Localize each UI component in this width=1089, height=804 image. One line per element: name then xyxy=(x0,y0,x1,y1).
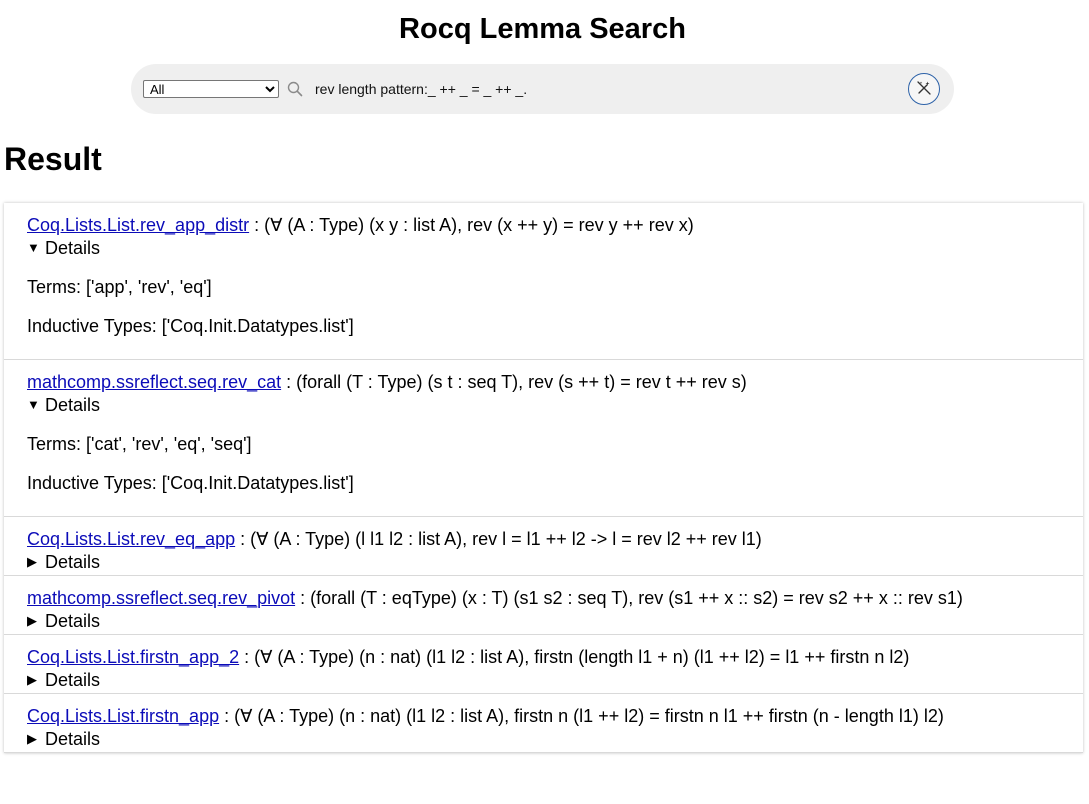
details-toggle[interactable]: ▶ Details xyxy=(27,610,1083,632)
search-bar: All xyxy=(131,64,954,114)
details-label: Details xyxy=(45,395,101,415)
inductive-types-line: Inductive Types: ['Coq.Init.Datatypes.li… xyxy=(27,473,354,493)
result-item: Coq.Lists.List.firstn_app_2 : (∀ (A : Ty… xyxy=(4,635,1083,694)
filter-select[interactable]: All xyxy=(143,80,279,98)
details-label: Details xyxy=(45,238,101,258)
results-heading: Result xyxy=(4,141,102,177)
lemma-link[interactable]: mathcomp.ssreflect.seq.rev_cat xyxy=(27,372,281,392)
details-toggle[interactable]: ▶ Details xyxy=(27,669,1083,691)
triangle-right-icon: ▶ xyxy=(27,613,37,628)
terms-line: Terms: ['app', 'rev', 'eq'] xyxy=(27,277,212,297)
result-signature-line: Coq.Lists.List.firstn_app_2 : (∀ (A : Ty… xyxy=(27,646,1083,668)
result-signature-line: Coq.Lists.List.firstn_app : (∀ (A : Type… xyxy=(27,705,1083,727)
result-signature-line: Coq.Lists.List.rev_app_distr : (∀ (A : T… xyxy=(27,214,1083,236)
lemma-link[interactable]: mathcomp.ssreflect.seq.rev_pivot xyxy=(27,588,295,608)
lemma-type-signature: : (∀ (A : Type) (l l1 l2 : list A), rev … xyxy=(235,529,762,549)
details-label: Details xyxy=(45,552,101,572)
terms-line: Terms: ['cat', 'rev', 'eq', 'seq'] xyxy=(27,434,252,454)
triangle-down-icon: ▼ xyxy=(27,240,40,255)
lemma-type-signature: : (∀ (A : Type) (n : nat) (l1 l2 : list … xyxy=(239,647,910,667)
magic-wand-off-icon xyxy=(916,80,932,99)
triangle-right-icon: ▶ xyxy=(27,554,37,569)
result-signature-line: Coq.Lists.List.rev_eq_app : (∀ (A : Type… xyxy=(27,528,1083,550)
result-item: Coq.Lists.List.rev_app_distr : (∀ (A : T… xyxy=(4,203,1083,360)
lemma-link[interactable]: Coq.Lists.List.rev_eq_app xyxy=(27,529,235,549)
lemma-type-signature: : (forall (T : Type) (s t : seq T), rev … xyxy=(281,372,747,392)
page-title: Rocq Lemma Search xyxy=(399,13,686,45)
lemma-type-signature: : (∀ (A : Type) (n : nat) (l1 l2 : list … xyxy=(219,706,944,726)
details-toggle[interactable]: ▶ Details xyxy=(27,551,1083,573)
triangle-right-icon: ▶ xyxy=(27,731,37,746)
search-icon xyxy=(287,81,303,97)
result-signature-line: mathcomp.ssreflect.seq.rev_cat : (forall… xyxy=(27,371,1083,393)
triangle-right-icon: ▶ xyxy=(27,672,37,687)
magic-wand-button[interactable] xyxy=(908,73,940,105)
lemma-type-signature: : (forall (T : eqType) (x : T) (s1 s2 : … xyxy=(295,588,963,608)
details-toggle[interactable]: ▶ Details xyxy=(27,728,1083,750)
details-label: Details xyxy=(45,670,101,690)
result-signature-line: mathcomp.ssreflect.seq.rev_pivot : (fora… xyxy=(27,587,1083,609)
details-label: Details xyxy=(45,611,101,631)
result-item: Coq.Lists.List.rev_eq_app : (∀ (A : Type… xyxy=(4,517,1083,576)
lemma-link[interactable]: Coq.Lists.List.rev_app_distr xyxy=(27,215,249,235)
inductive-types-line: Inductive Types: ['Coq.Init.Datatypes.li… xyxy=(27,316,354,336)
result-item: mathcomp.ssreflect.seq.rev_cat : (forall… xyxy=(4,360,1083,517)
lemma-type-signature: : (∀ (A : Type) (x y : list A), rev (x +… xyxy=(249,215,694,235)
results-list: Coq.Lists.List.rev_app_distr : (∀ (A : T… xyxy=(4,203,1083,753)
result-item: Coq.Lists.List.firstn_app : (∀ (A : Type… xyxy=(4,694,1083,753)
details-label: Details xyxy=(45,729,101,749)
triangle-down-icon: ▼ xyxy=(27,397,40,412)
details-toggle[interactable]: ▼ Details xyxy=(27,394,1083,416)
result-item: mathcomp.ssreflect.seq.rev_pivot : (fora… xyxy=(4,576,1083,635)
lemma-link[interactable]: Coq.Lists.List.firstn_app_2 xyxy=(27,647,239,667)
details-toggle[interactable]: ▼ Details xyxy=(27,237,1083,259)
search-input[interactable] xyxy=(315,77,875,101)
lemma-link[interactable]: Coq.Lists.List.firstn_app xyxy=(27,706,219,726)
